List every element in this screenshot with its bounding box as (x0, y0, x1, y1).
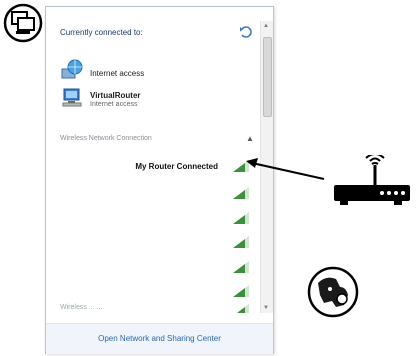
network-computer-icon (62, 88, 82, 107)
signal-strength-icon (233, 212, 249, 224)
dog-icon (307, 266, 359, 318)
partial-network-row[interactable]: Wireless ... ... (60, 304, 102, 311)
signal-strength-icon (233, 187, 249, 199)
signal-strength-icon (233, 236, 249, 248)
network-globe-icon (61, 59, 83, 79)
signal-strength-icon (233, 160, 249, 172)
network-window-icon (3, 3, 43, 43)
wifi-router-icon (334, 155, 410, 205)
connection-name: Internet access (90, 69, 145, 78)
network-row[interactable] (46, 256, 260, 280)
scrollbar[interactable]: ▲ ▼ (260, 21, 273, 313)
network-list: Currently connected to: Internet access … (46, 7, 260, 313)
currently-connected-title: Currently connected to: (60, 28, 143, 37)
signal-strength-icon (233, 261, 249, 273)
network-row[interactable] (46, 231, 260, 255)
connection-status: Internet access (90, 101, 138, 108)
connection-name: VirtualRouter (90, 91, 141, 100)
open-network-sharing-center-link[interactable]: Open Network and Sharing Center (46, 334, 273, 343)
network-row[interactable]: My Router Connected (46, 155, 260, 179)
scroll-thumb[interactable] (263, 37, 272, 117)
wireless-section-header[interactable]: Wireless Network Connection (60, 135, 152, 142)
collapse-caret-icon[interactable]: ▲ (246, 134, 254, 143)
signal-strength-icon (237, 304, 249, 313)
signal-strength-icon (233, 285, 249, 297)
network-row[interactable] (46, 207, 260, 231)
scroll-up-icon[interactable]: ▲ (263, 23, 269, 29)
flyout-footer: Open Network and Sharing Center (46, 323, 273, 354)
network-name: My Router Connected (135, 162, 218, 171)
network-row[interactable] (46, 182, 260, 206)
scroll-down-icon[interactable]: ▼ (263, 305, 269, 311)
refresh-icon[interactable] (239, 25, 253, 39)
network-flyout-panel: Currently connected to: Internet access … (45, 6, 274, 354)
